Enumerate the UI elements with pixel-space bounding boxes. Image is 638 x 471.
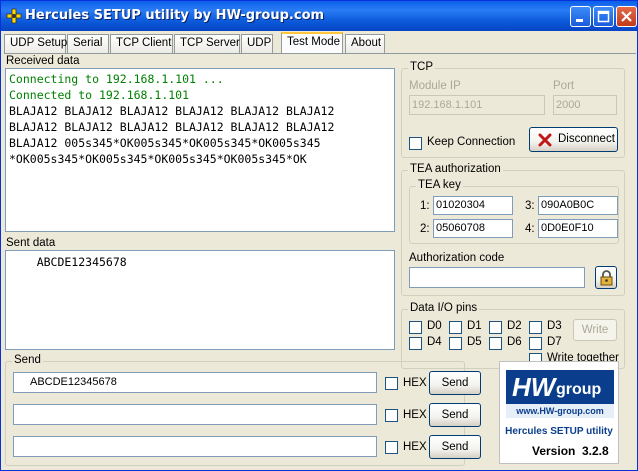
tab-udp-setup[interactable]: UDP Setup (4, 34, 67, 53)
send-button-1[interactable]: Send (429, 371, 481, 395)
tea-key-2-input[interactable]: 05060708 (433, 219, 513, 238)
logo-version-number: 3.2.8 (582, 444, 609, 458)
maximize-button[interactable] (593, 6, 614, 27)
tab-test-mode[interactable]: Test Mode (281, 32, 343, 54)
keep-connection-checkbox[interactable] (409, 137, 422, 150)
received-line: BLAJA12 005s345*OK005s345*OK005s345*OK00… (9, 136, 321, 150)
logo-product: Hercules SETUP utility (505, 426, 613, 437)
app-window: Hercules SETUP utility by HW-group.com U… (0, 0, 638, 471)
module-ip-field[interactable]: 192.168.1.101 (409, 95, 545, 115)
tab-tcp-client[interactable]: TCP Client (110, 34, 173, 53)
tea-key-1-input[interactable]: 01020304 (433, 196, 513, 215)
received-line: BLAJA12 BLAJA12 BLAJA12 BLAJA12 BLAJA12 … (9, 120, 335, 134)
send-button-3[interactable]: Send (429, 435, 481, 459)
tea-key-1-label: 1: (420, 200, 430, 212)
write-button[interactable]: Write (573, 319, 617, 341)
pin-d0-checkbox[interactable] (409, 321, 422, 334)
tab-serial[interactable]: Serial (67, 34, 109, 53)
tea-key-title: TEA key (416, 179, 463, 191)
hex-checkbox-3[interactable] (385, 441, 398, 454)
authorization-lock-button[interactable] (595, 266, 617, 289)
hw-group-logo-banner: HW group (506, 370, 614, 404)
title-bar[interactable]: Hercules SETUP utility by HW-group.com (1, 1, 637, 31)
pin-d5-label: D5 (467, 336, 482, 348)
send-button-2[interactable]: Send (429, 403, 481, 427)
tab-about[interactable]: About (345, 34, 385, 53)
authorization-code-input[interactable] (409, 267, 585, 288)
disconnect-x-icon (538, 133, 552, 147)
send-input-2[interactable] (13, 404, 377, 425)
sent-line: ABCDE12345678 (9, 255, 127, 269)
received-data-label: Received data (6, 55, 80, 67)
hex-checkbox-1[interactable] (385, 377, 398, 390)
pin-d4-label: D4 (427, 336, 442, 348)
tea-key-2-label: 2: (420, 223, 430, 235)
logo-version-label: Version (532, 444, 576, 458)
disconnect-button[interactable]: Disconnect (529, 127, 618, 152)
pin-d7-label: D7 (547, 336, 562, 348)
logo-group-text: group (556, 381, 602, 398)
lock-icon (600, 270, 613, 286)
keep-connection-label: Keep Connection (427, 136, 516, 148)
tcp-group-title: TCP (408, 61, 435, 73)
pin-d3-label: D3 (547, 320, 562, 332)
close-button[interactable] (616, 6, 637, 27)
tea-key-3-input[interactable]: 090A0B0C (538, 196, 618, 215)
port-label: Port (553, 80, 575, 92)
minimize-button[interactable] (570, 6, 591, 27)
authorization-code-label: Authorization code (409, 252, 505, 264)
disconnect-label: Disconnect (558, 133, 615, 145)
sent-data-textarea[interactable]: ABCDE12345678 (5, 250, 395, 350)
pin-d3-checkbox[interactable] (529, 321, 542, 334)
tea-key-3-label: 3: (525, 200, 535, 212)
received-line: Connected to 192.168.1.101 (9, 88, 190, 102)
pin-d6-checkbox[interactable] (489, 337, 502, 350)
logo-hw-text: HW (512, 372, 556, 402)
received-line: *OK005s345*OK005s345*OK005s345*OK005s345… (9, 152, 307, 166)
pin-d7-checkbox[interactable] (529, 337, 542, 350)
tab-panel-border (4, 53, 636, 54)
sent-data-label: Sent data (6, 237, 56, 249)
tea-authorization-title: TEA authorization (408, 163, 503, 175)
pin-d1-label: D1 (467, 320, 482, 332)
pin-d0-label: D0 (427, 320, 442, 332)
hex-label-1: HEX (403, 377, 427, 389)
pin-d1-checkbox[interactable] (449, 321, 462, 334)
window-title: Hercules SETUP utility by HW-group.com (25, 8, 325, 23)
pin-d5-checkbox[interactable] (449, 337, 462, 350)
received-data-textarea[interactable]: Connecting to 192.168.1.101 ... Connecte… (5, 68, 395, 232)
hex-checkbox-2[interactable] (385, 409, 398, 422)
hercules-app-icon (6, 8, 22, 24)
pin-d4-checkbox[interactable] (409, 337, 422, 350)
tea-key-4-label: 4: (525, 223, 535, 235)
send-input-3[interactable] (13, 436, 377, 457)
port-field[interactable]: 2000 (553, 95, 617, 115)
tea-key-4-input[interactable]: 0D0E0F10 (538, 219, 618, 238)
hex-label-3: HEX (403, 441, 427, 453)
close-icon (621, 11, 632, 22)
module-ip-label: Module IP (409, 80, 461, 92)
received-line: BLAJA12 BLAJA12 BLAJA12 BLAJA12 BLAJA12 … (9, 104, 335, 118)
logo-url: www.HW-group.com (506, 404, 614, 418)
hw-group-logo: HW group www.HW-group.com Hercules SETUP… (499, 361, 619, 464)
minimize-icon (576, 19, 583, 22)
maximize-icon (597, 10, 610, 23)
tab-udp[interactable]: UDP (241, 34, 273, 53)
pin-d6-label: D6 (507, 336, 522, 348)
send-group-title: Send (12, 354, 43, 366)
tab-tcp-server[interactable]: TCP Server (174, 34, 240, 53)
hex-label-2: HEX (403, 409, 427, 421)
pin-d2-checkbox[interactable] (489, 321, 502, 334)
pin-d2-label: D2 (507, 320, 522, 332)
send-input-1[interactable]: ABCDE12345678 (13, 372, 377, 393)
data-io-pins-title: Data I/O pins (408, 302, 480, 314)
received-line: Connecting to 192.168.1.101 ... (9, 72, 224, 86)
